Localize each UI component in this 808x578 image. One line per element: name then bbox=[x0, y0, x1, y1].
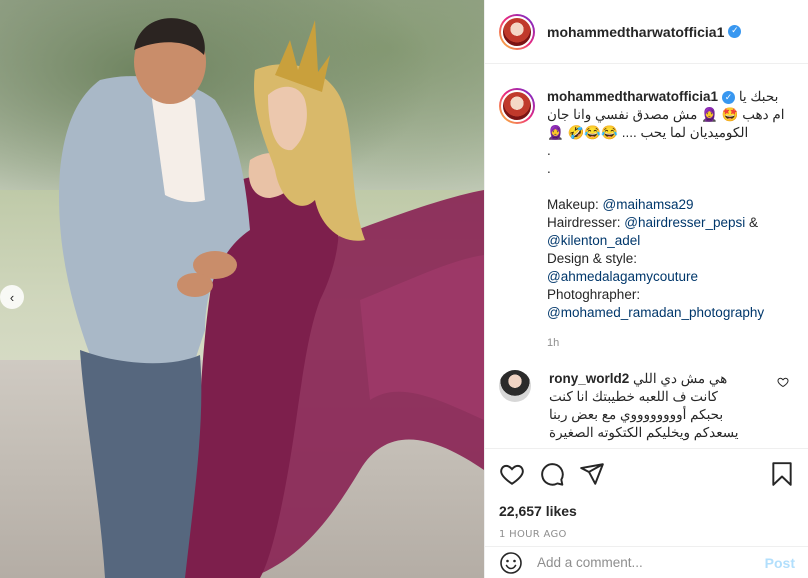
credit-line: Design & style: bbox=[547, 250, 795, 268]
credit-handle-link[interactable]: @hairdresser_pepsi bbox=[624, 215, 745, 230]
credit-label: Makeup: bbox=[547, 197, 603, 212]
comment-body: rony_world2 هي مش دي اللي كانت ف اللعبه … bbox=[549, 370, 769, 442]
emoji-icon[interactable] bbox=[499, 551, 523, 575]
comment-text-line: يسعدكم ويخليكم الكتكوته الصغيرة bbox=[549, 425, 739, 440]
credit-line: @mohamed_ramadan_photography bbox=[547, 304, 795, 322]
couple-illustration bbox=[59, 18, 484, 578]
caption-dot: . bbox=[547, 161, 551, 176]
post-photo[interactable]: ‹ bbox=[0, 0, 484, 578]
caption-avatar[interactable] bbox=[499, 88, 535, 124]
caption-username[interactable]: mohammedtharwatofficia1 bbox=[547, 89, 718, 104]
credit-line: @kilenton_adel bbox=[547, 232, 795, 250]
caption-time[interactable]: 1h bbox=[547, 334, 795, 352]
post-timestamp[interactable]: 1 HOUR AGO bbox=[499, 529, 795, 540]
credit-line: Photoghrapher: bbox=[547, 286, 795, 304]
credit-line: Hairdresser: @hairdresser_pepsi & bbox=[547, 214, 795, 232]
action-icons bbox=[499, 459, 795, 489]
caption-text-line: الكوميديان لما يحب .... 😂😂🤣 🧕 bbox=[547, 125, 749, 140]
post-sidebar: mohammedtharwatofficia1 ✓ mohammedtharwa… bbox=[484, 0, 808, 578]
add-comment-bar: Post bbox=[485, 546, 808, 578]
credit-label: Design & style: bbox=[547, 251, 638, 266]
comment-icon[interactable] bbox=[539, 461, 565, 487]
credit-line: Makeup: @maihamsa29 bbox=[547, 196, 795, 214]
caption-dot: . bbox=[547, 143, 551, 158]
comment-input[interactable] bbox=[537, 555, 765, 570]
author-username[interactable]: mohammedtharwatofficia1 bbox=[547, 24, 724, 40]
caption-text-line: بحبك يا bbox=[738, 89, 779, 104]
comments-section[interactable]: mohammedtharwatofficia1 ✓ بحبك يا ام دهب … bbox=[485, 72, 808, 448]
comment-text-line: بحبكم أووووووووي مع بعض ربنا bbox=[549, 407, 724, 422]
caption-body: mohammedtharwatofficia1 ✓ بحبك يا ام دهب … bbox=[547, 88, 795, 352]
comment-item: rony_world2 هي مش دي اللي كانت ف اللعبه … bbox=[499, 370, 795, 442]
credit-handle-link[interactable]: @ahmedalagamycouture bbox=[547, 269, 698, 284]
instagram-post: ‹ mohammedtharwatofficia1 ✓ mohammedthar… bbox=[0, 0, 808, 578]
comment-text-line: هي مش دي اللي bbox=[633, 371, 728, 386]
commenter-username[interactable]: rony_world2 bbox=[549, 371, 629, 386]
post-header: mohammedtharwatofficia1 ✓ bbox=[485, 0, 808, 64]
author-avatar[interactable] bbox=[499, 13, 535, 50]
post-actions: 22,657 likes 1 HOUR AGO bbox=[485, 448, 808, 540]
commenter-avatar[interactable] bbox=[499, 370, 531, 402]
share-icon[interactable] bbox=[579, 461, 605, 487]
bookmark-icon[interactable] bbox=[769, 461, 795, 487]
heart-icon[interactable] bbox=[499, 461, 525, 487]
comment-like-heart-icon[interactable] bbox=[777, 376, 789, 388]
credit-suffix: & bbox=[745, 215, 759, 230]
credit-handle-link[interactable]: @kilenton_adel bbox=[547, 233, 640, 248]
author-avatar-image bbox=[501, 15, 533, 48]
credit-handle-link[interactable]: @maihamsa29 bbox=[603, 197, 694, 212]
credit-handle-link[interactable]: @mohamed_ramadan_photography bbox=[547, 305, 764, 320]
caption-avatar-image bbox=[501, 90, 533, 122]
post-comment-button[interactable]: Post bbox=[765, 555, 795, 571]
caption: mohammedtharwatofficia1 ✓ بحبك يا ام دهب … bbox=[499, 72, 795, 352]
verified-badge-icon: ✓ bbox=[722, 90, 736, 104]
verified-badge-icon: ✓ bbox=[728, 25, 742, 38]
credit-line: @ahmedalagamycouture bbox=[547, 268, 795, 286]
likes-count[interactable]: 22,657 likes bbox=[499, 503, 795, 519]
credit-label: Hairdresser: bbox=[547, 215, 625, 230]
previous-photo-button[interactable]: ‹ bbox=[0, 285, 24, 309]
credit-label: Photoghrapher: bbox=[547, 287, 641, 302]
comment-text-line: كانت ف اللعبه خطيبتك انا كنت bbox=[549, 389, 718, 404]
caption-text-line: ام دهب 🤩 🧕 مش مصدق نفسي وانا جان bbox=[547, 107, 785, 122]
